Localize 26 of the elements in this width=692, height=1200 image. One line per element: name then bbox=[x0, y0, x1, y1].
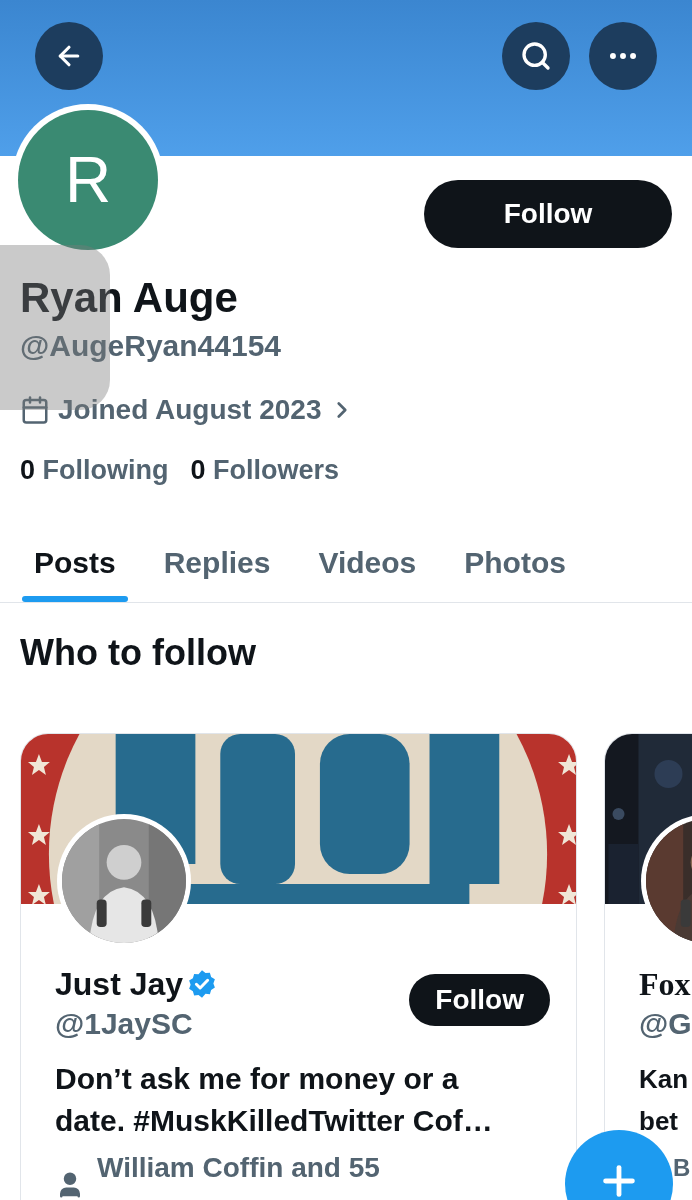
avatar-letter: R bbox=[64, 148, 112, 212]
bio-text: Don’t ask me for money or a bbox=[55, 1061, 460, 1097]
following-link[interactable]: 0 Following bbox=[20, 452, 169, 488]
calendar-icon bbox=[20, 395, 50, 425]
joined-date: Joined August 2023 bbox=[58, 393, 322, 427]
user-handle: @G bbox=[639, 1006, 692, 1042]
profile-tab[interactable]: Replies bbox=[139, 522, 295, 602]
search-icon bbox=[520, 40, 552, 72]
followed-by-text: William Coffin and 55 bbox=[97, 1151, 380, 1185]
followers-link[interactable]: 0 Followers bbox=[190, 452, 340, 488]
bio-text: date. #MuskKilledTwitter Cof… bbox=[55, 1103, 494, 1139]
section-title: Who to follow bbox=[19, 631, 257, 675]
followed-by-text: B bbox=[673, 1153, 691, 1183]
bio-text: bet bbox=[639, 1105, 679, 1138]
user-name: Just Jay bbox=[55, 965, 184, 1004]
user-name: Ryan Auge bbox=[20, 273, 239, 323]
follow-button[interactable]: Follow bbox=[409, 974, 550, 1026]
user-handle: @AugeRyan44154 bbox=[20, 328, 283, 364]
more-icon bbox=[610, 53, 636, 59]
bio-text: Kan bbox=[639, 1063, 690, 1096]
profile-tab[interactable]: Posts bbox=[10, 522, 140, 602]
user-handle: @1JaySC bbox=[55, 1006, 194, 1042]
user-name: Fox bbox=[639, 965, 691, 1004]
profile-tab[interactable]: Photos bbox=[440, 522, 590, 602]
follow-button[interactable]: Follow bbox=[424, 180, 672, 248]
profile-tab[interactable]: Videos bbox=[294, 522, 441, 602]
